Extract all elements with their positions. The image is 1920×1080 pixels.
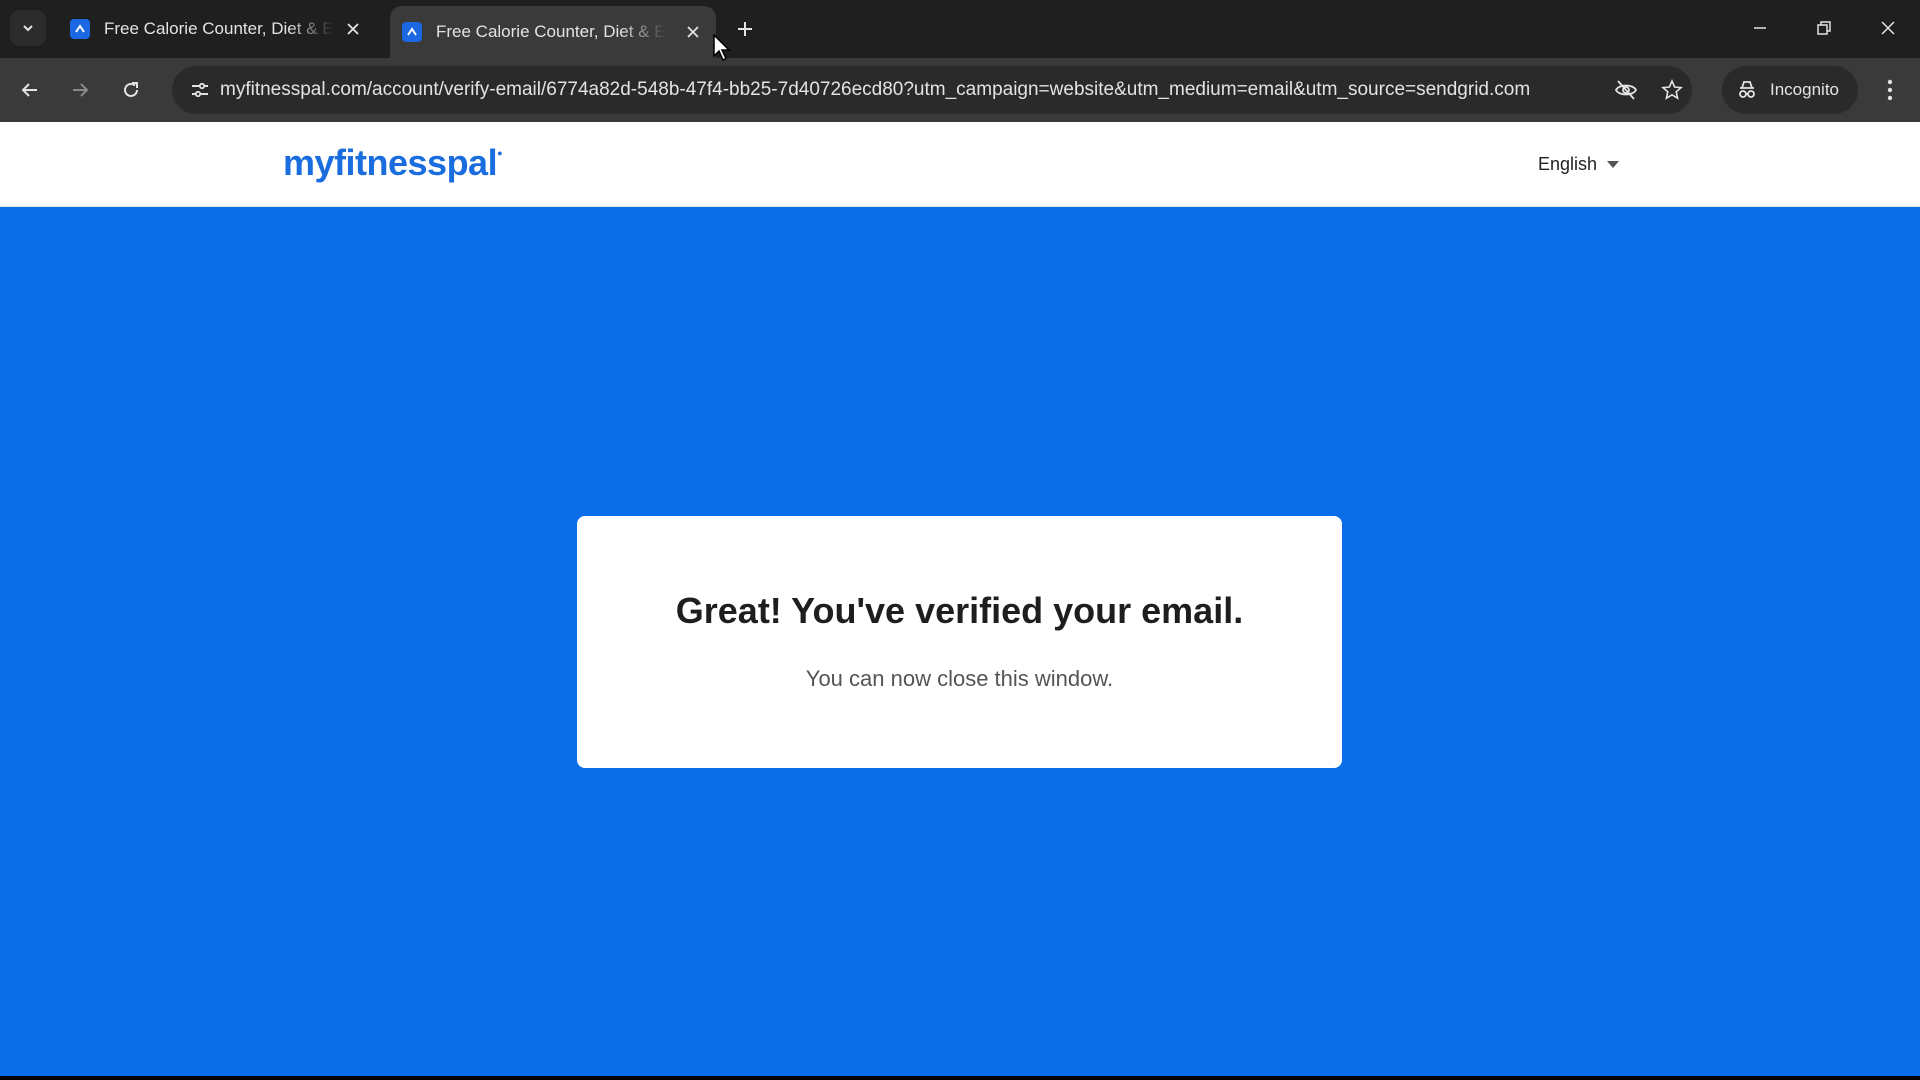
tab-close-button[interactable] [342,18,364,40]
site-info-icon [192,82,208,98]
incognito-icon [1739,81,1755,98]
minimize-button[interactable] [1736,8,1784,48]
eye-off-icon [1614,80,1638,100]
tab-inactive[interactable]: Free Calorie Counter, Diet & Exercise Jo… [58,9,376,49]
verification-heading: Great! You've verified your email. [675,590,1244,631]
url-text[interactable]: myfitnesspal.com/account/verify-email/67… [220,79,1530,101]
language-label: English [1538,154,1598,174]
restore-icon [1817,21,1831,35]
logo-dot: ● [497,148,503,158]
back-icon [21,83,37,97]
forward-button[interactable] [60,70,100,110]
favicon-icon [70,19,90,39]
favicon-icon [402,22,422,42]
more-vert-icon [1887,79,1893,101]
logo-text: myfitnesspal [283,142,498,183]
incognito-indicator[interactable]: Incognito [1722,66,1858,114]
tab-title: Free Calorie Counter, Diet & Exercise Jo… [104,19,334,38]
browser-toolbar: myfitnesspal.com/account/verify-email/67… [0,58,1920,122]
browser-menu-button[interactable] [1870,70,1910,110]
site-info-button[interactable] [180,70,220,110]
new-tab-button[interactable] [730,14,760,44]
tab-close-button[interactable] [682,21,704,43]
mouse-cursor-icon [713,34,731,62]
close-icon [347,23,359,35]
tab-title: Free Calorie Counter, Diet & Exercise Jo… [436,22,666,41]
window-close-icon [1881,21,1895,35]
verification-message: You can now close this window. [805,666,1114,691]
restore-button[interactable] [1800,8,1848,48]
site-header: myfitnesspal● English [0,122,1920,207]
tab-strip: Free Calorie Counter, Diet & Exercise Jo… [0,0,1920,58]
browser-window: Free Calorie Counter, Diet & Exercise Jo… [0,0,1920,1076]
caret-down-icon [1607,161,1620,168]
forward-icon [73,83,89,97]
chevron-down-icon [23,25,33,32]
minimize-icon [1754,27,1766,29]
back-button[interactable] [10,70,50,110]
close-icon [687,26,699,38]
reload-icon [124,82,138,97]
address-bar[interactable]: myfitnesspal.com/account/verify-email/67… [172,66,1692,114]
star-icon [1661,79,1683,100]
language-selector[interactable]: English [1538,154,1620,175]
tab-search-button[interactable] [10,10,46,46]
site-logo[interactable]: myfitnesspal● [283,142,503,184]
tab-active[interactable]: Free Calorie Counter, Diet & Exercise Jo… [390,6,716,58]
verification-card: Great! You've verified your email. You c… [577,516,1342,768]
reload-button[interactable] [111,70,151,110]
tracking-protection-button[interactable] [1606,70,1646,110]
window-close-button[interactable] [1864,8,1912,48]
incognito-label: Incognito [1770,80,1839,99]
bookmark-button[interactable] [1652,70,1692,110]
plus-icon [738,22,752,36]
